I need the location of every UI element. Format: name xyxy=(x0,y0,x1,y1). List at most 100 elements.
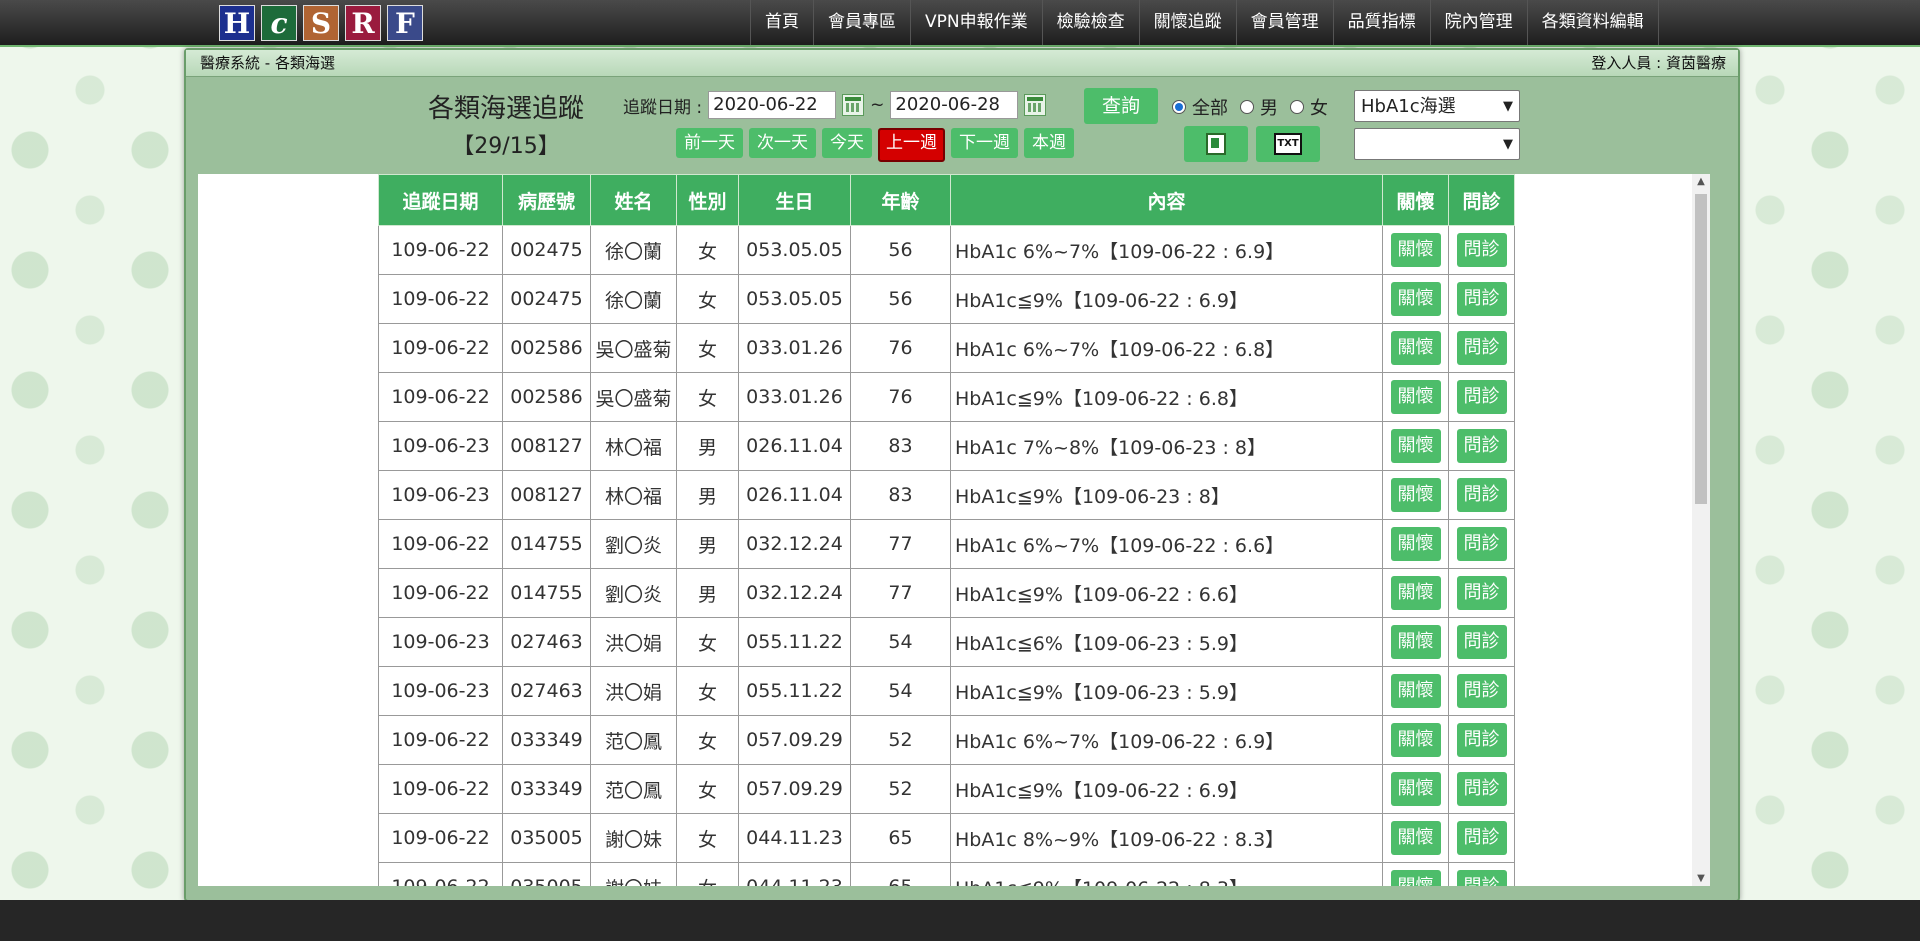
today-button[interactable]: 今天 xyxy=(822,128,872,158)
page-title: 各類海選追蹤 xyxy=(427,94,584,124)
logo-s-button[interactable]: S xyxy=(303,5,339,41)
date-from-input[interactable]: 2020-06-22 xyxy=(708,91,837,119)
consult-button[interactable]: 問診 xyxy=(1456,331,1507,365)
nav-quality-indicators[interactable]: 品質指標 xyxy=(1332,0,1430,45)
care-button[interactable]: 關懷 xyxy=(1390,625,1441,659)
consult-button[interactable]: 問診 xyxy=(1456,625,1507,659)
gender-female-radio[interactable] xyxy=(1290,100,1304,114)
table-row[interactable]: 109-06-23 008127 林〇福男 026.11.04 83 HbA1c≦9%【1… xyxy=(378,470,1515,520)
consult-button[interactable]: 問診 xyxy=(1456,478,1507,512)
consult-button[interactable]: 問診 xyxy=(1456,576,1507,610)
last-week-button[interactable]: 上一週 xyxy=(878,128,945,162)
nav-member-management[interactable]: 會員管理 xyxy=(1235,0,1333,45)
nav-lab-exam[interactable]: 檢驗檢查 xyxy=(1041,0,1139,45)
table-row[interactable]: 109-06-22 002475 徐〇蘭女 053.05.05 56 HbA1c≦9%【1… xyxy=(378,274,1515,324)
care-button[interactable]: 關懷 xyxy=(1390,282,1441,316)
care-button[interactable]: 關懷 xyxy=(1390,821,1441,855)
query-button[interactable]: 查詢 xyxy=(1084,88,1158,124)
cell-chart-no: 035005 xyxy=(502,862,591,886)
care-button[interactable]: 關懷 xyxy=(1390,772,1441,806)
sub-type-select[interactable]: ▼ xyxy=(1354,128,1520,160)
col-birthday[interactable]: 生日 xyxy=(738,174,851,226)
next-day-button[interactable]: 次一天 xyxy=(749,128,816,158)
cell-name: 謝〇妹 xyxy=(590,862,677,886)
scroll-up-icon[interactable]: ▲ xyxy=(1692,176,1710,187)
cell-name: 劉〇炎 xyxy=(590,568,677,618)
vertical-scrollbar[interactable]: ▲ ▼ xyxy=(1692,174,1710,886)
consult-button[interactable]: 問診 xyxy=(1456,429,1507,463)
table-row[interactable]: 109-06-22 035005 謝〇妹女 044.11.23 65 HbA1c 8%~9… xyxy=(378,813,1515,863)
table-body: 109-06-22 002475 徐〇蘭女 053.05.05 56 HbA1c 6%~7… xyxy=(378,225,1515,886)
table-row[interactable]: 109-06-23 008127 林〇福男 026.11.04 83 HbA1c 7%~8… xyxy=(378,421,1515,471)
gender-all-radio[interactable] xyxy=(1172,100,1186,114)
nav-internal-management[interactable]: 院內管理 xyxy=(1429,0,1527,45)
consult-button[interactable]: 問診 xyxy=(1456,674,1507,708)
care-button[interactable]: 關懷 xyxy=(1390,478,1441,512)
nav-member-area[interactable]: 會員專區 xyxy=(813,0,910,45)
consult-button[interactable]: 問診 xyxy=(1456,233,1507,267)
consult-button-cell: 問診 xyxy=(1448,323,1515,373)
consult-button[interactable]: 問診 xyxy=(1456,772,1507,806)
care-button[interactable]: 關懷 xyxy=(1390,527,1441,561)
nav-vpn-report[interactable]: VPN申報作業 xyxy=(910,0,1042,45)
cell-track-date: 109-06-23 xyxy=(378,666,503,716)
consult-button[interactable]: 問診 xyxy=(1456,282,1507,316)
export-excel-button[interactable] xyxy=(1184,126,1248,162)
date-to-input[interactable]: 2020-06-28 xyxy=(890,91,1019,119)
table-row[interactable]: 109-06-22 033349 范〇鳳女 057.09.29 52 HbA1c≦9%【1… xyxy=(378,764,1515,814)
logo-f-button[interactable]: F xyxy=(387,5,423,41)
nav-home[interactable]: 首頁 xyxy=(750,0,813,45)
care-button[interactable]: 關懷 xyxy=(1390,233,1441,267)
table-row[interactable]: 109-06-23 027463 洪〇娟女 055.11.22 54 HbA1c≦9%【1… xyxy=(378,666,1515,716)
export-txt-button[interactable]: TXT xyxy=(1256,126,1320,162)
calendar-to-icon[interactable] xyxy=(1024,94,1047,116)
prev-day-button[interactable]: 前一天 xyxy=(676,128,743,158)
table-row[interactable]: 109-06-22 002586 吳〇盛菊女 033.01.26 76 HbA1c 6%~… xyxy=(378,323,1515,373)
gender-male-radio[interactable] xyxy=(1240,100,1254,114)
logo-c-button[interactable]: c xyxy=(261,5,297,41)
col-age[interactable]: 年齡 xyxy=(850,174,951,226)
consult-button[interactable]: 問診 xyxy=(1456,821,1507,855)
cell-track-date: 109-06-22 xyxy=(378,372,503,422)
cell-chart-no: 033349 xyxy=(502,764,591,814)
care-button[interactable]: 關懷 xyxy=(1390,576,1441,610)
col-chart-no[interactable]: 病歷號 xyxy=(502,174,591,226)
calendar-from-icon[interactable] xyxy=(842,94,865,116)
nav-care-tracking[interactable]: 關懷追蹤 xyxy=(1138,0,1236,45)
consult-button[interactable]: 問診 xyxy=(1456,380,1507,414)
care-button[interactable]: 關懷 xyxy=(1390,723,1441,757)
next-week-button[interactable]: 下一週 xyxy=(951,128,1018,158)
table-row[interactable]: 109-06-23 027463 洪〇娟女 055.11.22 54 HbA1c≦6%【1… xyxy=(378,617,1515,667)
consult-button[interactable]: 問診 xyxy=(1456,723,1507,757)
cell-content: HbA1c 7%~8%【109-06-23 : 8】 xyxy=(950,421,1383,471)
results-area: 追蹤日期 病歷號 姓名 性別 生日 年齡 內容 關懷 問診 109-06-22 0… xyxy=(198,174,1710,886)
table-row[interactable]: 109-06-22035005謝〇妹女044.11.2365HbA1c≦9%【1… xyxy=(378,862,1515,886)
table-row[interactable]: 109-06-22 002586 吳〇盛菊女 033.01.26 76 HbA1c≦9%【… xyxy=(378,372,1515,422)
col-gender[interactable]: 性別 xyxy=(676,174,739,226)
cell-gender: 女 xyxy=(676,274,739,324)
col-name[interactable]: 姓名 xyxy=(590,174,677,226)
logo-r-button[interactable]: R xyxy=(345,5,381,41)
cell-gender: 女 xyxy=(676,764,739,814)
consult-button[interactable]: 問診 xyxy=(1456,527,1507,561)
care-button[interactable]: 關懷 xyxy=(1390,331,1441,365)
scroll-down-icon[interactable]: ▼ xyxy=(1692,873,1710,884)
table-row[interactable]: 109-06-22 033349 范〇鳳女 057.09.29 52 HbA1c 6%~7… xyxy=(378,715,1515,765)
consult-button[interactable]: 問診 xyxy=(1456,870,1507,886)
col-content[interactable]: 內容 xyxy=(950,174,1383,226)
care-button[interactable]: 關懷 xyxy=(1390,429,1441,463)
cell-content: HbA1c 6%~7%【109-06-22 : 6.9】 xyxy=(950,225,1383,275)
this-week-button[interactable]: 本週 xyxy=(1024,128,1074,158)
table-row[interactable]: 109-06-22 014755 劉〇炎男 032.12.24 77 HbA1c≦9%【1… xyxy=(378,568,1515,618)
care-button[interactable]: 關懷 xyxy=(1390,674,1441,708)
nav-data-editing[interactable]: 各類資料編輯 xyxy=(1526,0,1659,45)
screening-type-select[interactable]: HbA1c海選 ▼ xyxy=(1354,90,1520,122)
care-button[interactable]: 關懷 xyxy=(1390,380,1441,414)
logo-h-button[interactable]: H xyxy=(219,5,255,41)
scrollbar-thumb[interactable] xyxy=(1695,194,1707,504)
care-button-cell: 關懷 xyxy=(1382,323,1449,373)
col-track-date[interactable]: 追蹤日期 xyxy=(378,174,503,226)
care-button[interactable]: 關懷 xyxy=(1390,870,1441,886)
table-row[interactable]: 109-06-22 002475 徐〇蘭女 053.05.05 56 HbA1c 6%~7… xyxy=(378,225,1515,275)
table-row[interactable]: 109-06-22 014755 劉〇炎男 032.12.24 77 HbA1c 6%~7… xyxy=(378,519,1515,569)
